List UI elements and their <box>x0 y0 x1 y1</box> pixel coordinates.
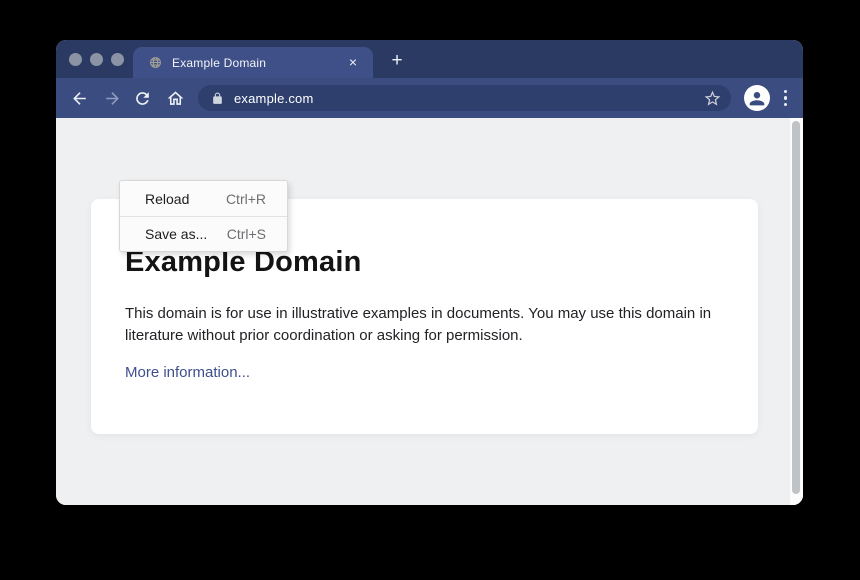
menu-item-label: Save as... <box>145 226 207 242</box>
star-icon <box>703 89 722 108</box>
more-information-link[interactable]: More information... <box>125 364 250 381</box>
context-menu-item-save-as[interactable]: Save as... Ctrl+S <box>120 216 287 251</box>
close-window-button[interactable] <box>69 53 82 66</box>
reload-icon <box>133 89 152 108</box>
scrollbar-track[interactable] <box>790 118 803 505</box>
tab-title: Example Domain <box>172 56 345 70</box>
globe-favicon-icon <box>149 56 162 69</box>
dot-icon <box>784 90 788 94</box>
dot-icon <box>784 103 788 107</box>
menu-item-shortcut: Ctrl+R <box>226 191 266 207</box>
browser-tab[interactable]: Example Domain × <box>133 47 373 78</box>
browser-menu-button[interactable] <box>784 90 788 107</box>
title-bar: Example Domain × + <box>56 40 803 78</box>
reload-button[interactable] <box>132 88 152 108</box>
back-arrow-icon <box>70 89 89 108</box>
page-paragraph: This domain is for use in illustrative e… <box>125 303 723 347</box>
new-tab-button[interactable]: + <box>386 50 408 72</box>
back-button[interactable] <box>69 88 89 108</box>
menu-item-shortcut: Ctrl+S <box>227 226 266 242</box>
forward-arrow-icon <box>103 89 122 108</box>
context-menu-item-reload[interactable]: Reload Ctrl+R <box>120 181 287 216</box>
address-bar[interactable]: example.com <box>198 85 731 111</box>
dot-icon <box>784 96 788 100</box>
person-icon <box>746 87 768 109</box>
browser-toolbar: example.com <box>56 78 803 118</box>
zoom-window-button[interactable] <box>111 53 124 66</box>
scrollbar-thumb[interactable] <box>792 121 800 494</box>
lock-icon <box>211 92 224 105</box>
window-controls <box>69 53 124 66</box>
menu-item-label: Reload <box>145 191 189 207</box>
tab-close-icon[interactable]: × <box>345 55 361 71</box>
page-viewport: Example Domain This domain is for use in… <box>56 118 803 505</box>
context-menu: Reload Ctrl+R Save as... Ctrl+S <box>119 180 288 252</box>
minimize-window-button[interactable] <box>90 53 103 66</box>
browser-window: Example Domain × + <box>56 40 803 505</box>
home-button[interactable] <box>165 88 185 108</box>
url-text: example.com <box>234 91 703 106</box>
profile-avatar-button[interactable] <box>744 85 770 111</box>
bookmark-star-button[interactable] <box>703 89 722 108</box>
forward-button[interactable] <box>102 88 122 108</box>
home-icon <box>166 89 185 108</box>
